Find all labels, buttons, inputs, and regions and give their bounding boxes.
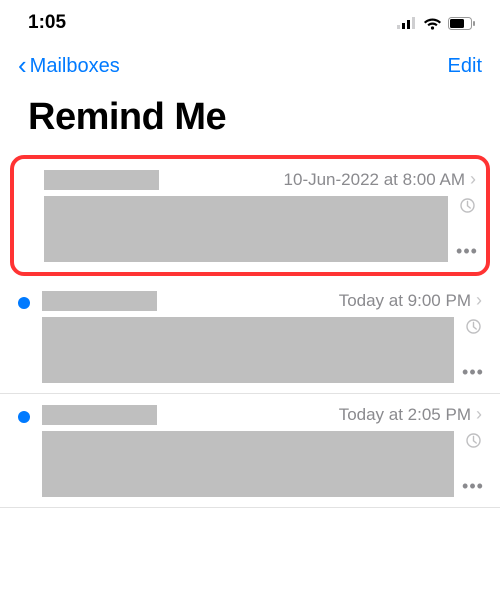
chevron-right-icon: › (476, 404, 482, 425)
chevron-right-icon: › (470, 169, 476, 190)
mail-date: 10-Jun-2022 at 8:00 AM › (284, 169, 476, 190)
sender-redacted (42, 405, 157, 425)
date-text: Today at 9:00 PM (339, 291, 471, 311)
back-label: Mailboxes (30, 55, 120, 78)
mail-header: Today at 9:00 PM › (42, 290, 482, 311)
cellular-icon (397, 17, 417, 29)
unread-dot-icon (18, 411, 30, 423)
chevron-left-icon: ‹ (18, 52, 27, 78)
mail-date: Today at 2:05 PM › (339, 404, 482, 425)
battery-icon (448, 17, 476, 30)
ellipsis-icon: ••• (456, 242, 478, 260)
mail-header: 10-Jun-2022 at 8:00 AM › (44, 169, 476, 190)
ellipsis-icon: ••• (462, 477, 484, 495)
nav-bar: ‹ Mailboxes Edit (0, 44, 500, 88)
sender-redacted (42, 291, 157, 311)
edit-button[interactable]: Edit (448, 55, 482, 78)
sender-redacted (44, 170, 159, 190)
side-indicators: ••• (458, 196, 476, 262)
status-bar: 1:05 (0, 0, 500, 44)
status-icons (397, 16, 476, 30)
mail-body: ••• (42, 317, 482, 383)
wifi-icon (423, 16, 442, 30)
ellipsis-icon: ••• (462, 363, 484, 381)
preview-redacted (42, 317, 454, 383)
clock-icon (466, 319, 481, 334)
mail-body: ••• (42, 431, 482, 497)
status-time: 1:05 (28, 12, 66, 34)
preview-redacted (42, 431, 454, 497)
clock-icon (460, 198, 475, 213)
date-text: Today at 2:05 PM (339, 405, 471, 425)
mail-item[interactable]: Today at 2:05 PM › ••• (0, 394, 500, 508)
mail-list: 10-Jun-2022 at 8:00 AM › ••• Today at 9:… (0, 155, 500, 508)
clock-icon (466, 433, 481, 448)
preview-redacted (44, 196, 448, 262)
date-text: 10-Jun-2022 at 8:00 AM (284, 170, 465, 190)
chevron-right-icon: › (476, 290, 482, 311)
mail-item[interactable]: 10-Jun-2022 at 8:00 AM › ••• (10, 155, 490, 276)
mail-body: ••• (44, 196, 476, 262)
page-title: Remind Me (0, 88, 500, 155)
back-button[interactable]: ‹ Mailboxes (18, 54, 120, 78)
side-indicators: ••• (464, 431, 482, 497)
mail-item[interactable]: Today at 9:00 PM › ••• (0, 280, 500, 394)
unread-dot-icon (18, 297, 30, 309)
mail-header: Today at 2:05 PM › (42, 404, 482, 425)
side-indicators: ••• (464, 317, 482, 383)
mail-date: Today at 9:00 PM › (339, 290, 482, 311)
